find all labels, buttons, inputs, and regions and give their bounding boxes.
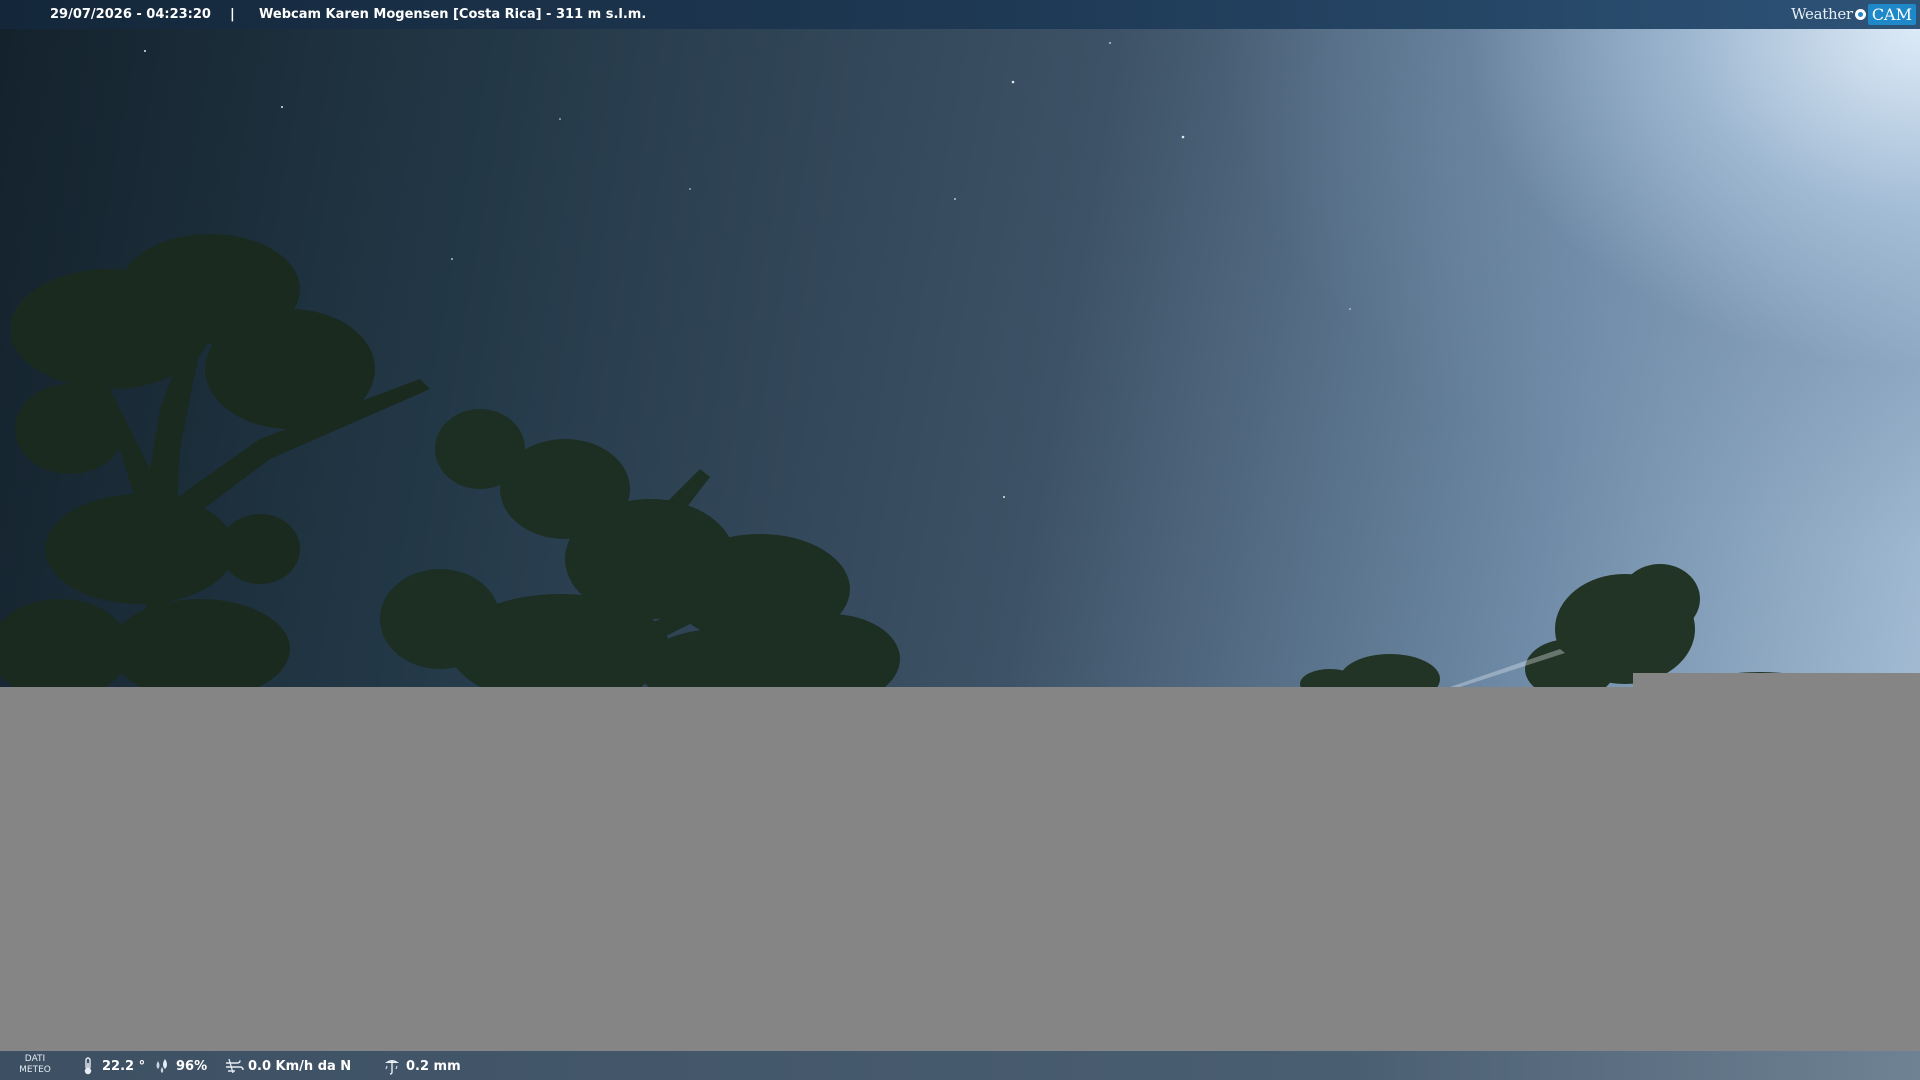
missing-image-area xyxy=(1633,673,1920,687)
weather-data-bar: DATI METEO 22.2 ° 96% 0.0 Km/h da N 0.2 … xyxy=(0,1051,1920,1080)
thermometer-icon xyxy=(84,1057,92,1075)
logo-lens-icon xyxy=(1854,8,1866,20)
weathercam-logo: Weather CAM xyxy=(1791,2,1916,26)
left-tree xyxy=(0,234,430,687)
logo-cam-text: CAM xyxy=(1867,3,1916,25)
middle-tree xyxy=(380,409,900,687)
webcam-title: Webcam Karen Mogensen [Costa Rica] - 311… xyxy=(259,7,647,22)
webcam-image xyxy=(0,29,1920,687)
wind-reading: 0.0 Km/h da N xyxy=(224,1057,351,1075)
temperature-value: 22.2 ° xyxy=(102,1058,146,1074)
wind-icon xyxy=(226,1058,244,1074)
night-sky-scene xyxy=(0,42,1920,687)
logo-weather-text: Weather xyxy=(1791,5,1853,23)
temperature-reading: 22.2 ° xyxy=(78,1057,145,1075)
rain-reading: 0.2 mm xyxy=(382,1057,461,1075)
humidity-value: 96% xyxy=(176,1058,208,1074)
missing-image-area-lower xyxy=(0,687,1920,1051)
wind-value: 0.0 Km/h da N xyxy=(248,1058,352,1074)
humidity-reading: 96% xyxy=(152,1057,207,1075)
webcam-header-bar: 29/07/2026 - 04:23:20 | Webcam Karen Mog… xyxy=(0,0,1920,29)
droplets-icon xyxy=(156,1059,167,1073)
right-trees xyxy=(1300,564,1815,687)
capture-datetime: 29/07/2026 - 04:23:20 xyxy=(50,7,211,22)
rain-gauge-icon xyxy=(385,1060,399,1075)
weather-data-label: DATI METEO xyxy=(19,1054,51,1075)
header-separator: | xyxy=(230,7,235,22)
rain-value: 0.2 mm xyxy=(406,1058,461,1074)
